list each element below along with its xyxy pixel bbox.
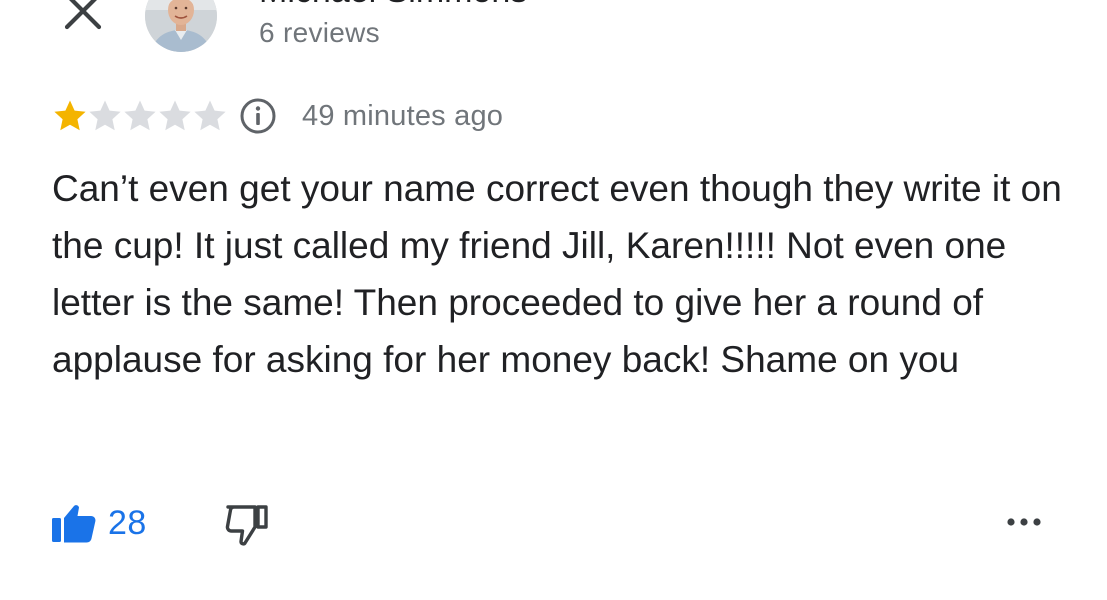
- star-filled-icon: [54, 100, 86, 131]
- review-text: Can’t even get your name correct even th…: [52, 168, 1062, 380]
- review-timestamp: 49 minutes ago: [302, 99, 504, 132]
- rating-row: 49 minutes ago: [52, 96, 503, 136]
- more-options-icon[interactable]: [1004, 508, 1044, 536]
- thumbs-down-icon[interactable]: [225, 503, 271, 547]
- star-empty-icon: [194, 100, 226, 131]
- review-count: 6 reviews: [259, 17, 380, 48]
- reviewer-name[interactable]: Michael Simmons: [259, 0, 527, 11]
- star-empty-icon: [159, 100, 191, 131]
- info-icon[interactable]: [239, 97, 277, 135]
- close-icon: [64, 0, 102, 30]
- like-button[interactable]: 28: [50, 500, 147, 546]
- close-button[interactable]: [58, 0, 108, 36]
- star-empty-icon: [89, 100, 121, 131]
- star-empty-icon: [124, 100, 156, 131]
- thumbs-up-icon: [52, 505, 96, 543]
- star-rating: [52, 98, 227, 134]
- like-count: 28: [108, 503, 147, 542]
- review-detail-page: Michael Simmons 6 reviews 49 minutes ago…: [0, 0, 1107, 600]
- reviewer-photo: [145, 0, 217, 52]
- avatar[interactable]: [145, 0, 217, 52]
